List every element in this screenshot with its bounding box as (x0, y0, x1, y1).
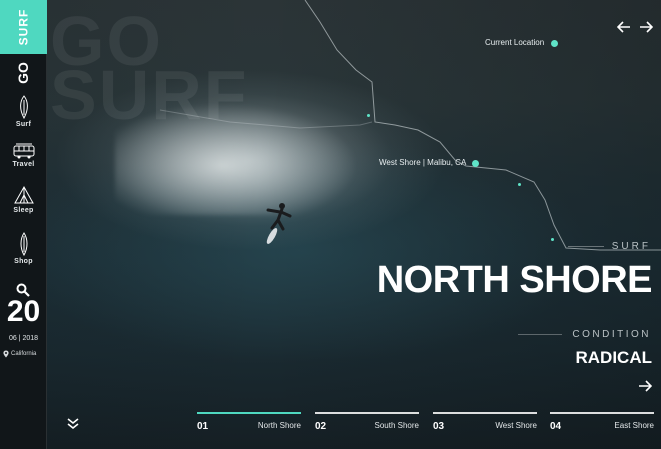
date-day: 20 (6, 295, 41, 328)
sidebar-item-label: Travel (12, 161, 35, 168)
prev-arrow-icon[interactable] (617, 21, 631, 33)
arrow-right-icon[interactable] (638, 380, 652, 392)
tab-label: North Shore (257, 421, 301, 430)
date-month-year: 06 | 2018 (8, 335, 39, 342)
map-point (518, 183, 521, 186)
brand-go: GO (11, 60, 35, 86)
sidebar-item-shop[interactable]: Shop (0, 232, 47, 265)
tab-indicator (315, 412, 419, 414)
current-location-label: Current Location (485, 38, 545, 47)
tab-number: 04 (550, 421, 562, 432)
next-arrow-icon[interactable] (639, 21, 653, 33)
hero-kicker-text: SURF (611, 241, 651, 252)
brand-go-text: GO (15, 62, 31, 84)
sidebar-item-label: Surf (15, 121, 32, 128)
tab-indicator (433, 412, 537, 414)
tab-south-shore[interactable]: 02 South Shore (315, 412, 419, 434)
tab-label: East Shore (614, 421, 654, 430)
ghost-word-go: GO (50, 2, 163, 80)
surfer-figure (266, 203, 292, 244)
brand-name: SURF (16, 8, 31, 46)
sidebar-item-label: Shop (14, 258, 33, 265)
tab-west-shore[interactable]: 03 West Shore (433, 412, 537, 434)
tab-indicator (197, 412, 301, 414)
current-location-marker[interactable] (551, 40, 558, 47)
spot-location-label: West Shore | Malibu, CA (379, 158, 467, 167)
map-point (551, 238, 554, 241)
location-place-text: California (11, 351, 37, 357)
tab-north-shore[interactable]: 01 North Shore (197, 412, 301, 434)
location-place: California (3, 350, 47, 358)
condition-divider (518, 334, 563, 335)
tab-number: 02 (315, 421, 327, 432)
brand-logo[interactable]: SURF (0, 0, 47, 54)
chevron-down-icon[interactable] (66, 417, 80, 431)
hero-kicker: SURF (567, 241, 651, 252)
hero-background: GO SURF (0, 0, 661, 449)
pin-icon (3, 350, 9, 358)
condition-row: CONDITION (518, 329, 651, 340)
condition-value: RADICAL (575, 348, 653, 367)
tab-number: 01 (197, 421, 209, 432)
tent-icon (13, 185, 34, 204)
page-title: NORTH SHORE (376, 259, 653, 301)
tab-number: 03 (433, 421, 445, 432)
ghost-word-surf: SURF (50, 56, 249, 134)
condition-label: CONDITION (572, 329, 651, 340)
tab-label: South Shore (374, 421, 419, 430)
spot-location-marker[interactable] (472, 160, 479, 167)
map-point (367, 114, 370, 117)
tab-label: West Shore (495, 421, 537, 430)
wave-foam (115, 105, 355, 215)
sidebar-item-label: Sleep (13, 207, 34, 214)
sidebar-item-surf[interactable]: Surf (0, 95, 47, 128)
van-icon (13, 143, 34, 159)
sidebar-item-sleep[interactable]: Sleep (0, 185, 47, 214)
sidebar: SURF GO Surf Travel Sleep Shop 20 06 | 2 (0, 0, 47, 449)
kicker-divider (567, 246, 604, 247)
board-icon (20, 232, 27, 256)
surfboard-icon (19, 95, 28, 119)
sidebar-item-travel[interactable]: Travel (0, 143, 47, 168)
tab-east-shore[interactable]: 04 East Shore (550, 412, 654, 434)
tab-indicator (550, 412, 654, 414)
